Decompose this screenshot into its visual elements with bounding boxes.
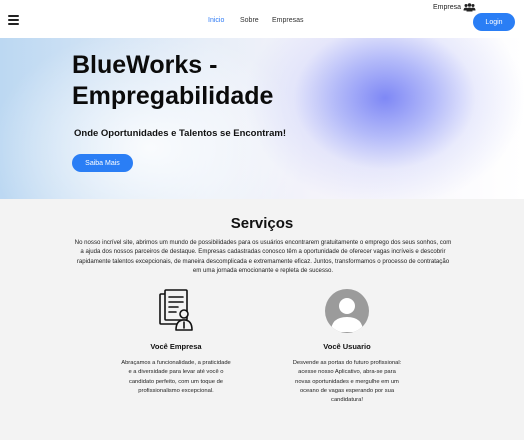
hero-subtitle: Onde Oportunidades e Talentos se Encontr…: [74, 128, 287, 139]
group-icon: [463, 3, 476, 12]
service-card-usuario-title: Você Usuario: [323, 342, 371, 351]
nav-link-empresas[interactable]: Empresas: [272, 17, 304, 24]
service-card-usuario-text: Desvende as portas do futuro profissiona…: [292, 360, 402, 404]
empresa-link[interactable]: Empresa: [433, 3, 476, 12]
hero-title: BlueWorks - Empregabilidade: [72, 51, 274, 110]
company-document-icon: [159, 289, 193, 331]
empresa-link-label: Empresa: [433, 4, 462, 11]
page: Inicio Sobre Empresas Empresa Login Blue…: [0, 0, 524, 440]
nav-link-inicio[interactable]: Inicio: [208, 17, 224, 24]
hero-section: BlueWorks - Empregabilidade Onde Oportun…: [0, 38, 524, 199]
saiba-mais-button[interactable]: Saiba Mais: [72, 154, 133, 172]
top-navbar: Inicio Sobre Empresas Empresa Login: [0, 0, 524, 38]
service-card-empresa-title: Você Empresa: [150, 342, 202, 351]
user-avatar-icon: [325, 289, 369, 333]
main-nav: Inicio Sobre Empresas: [0, 17, 524, 29]
service-card-empresa-text: Abraçamos a funcionalidade, a praticidad…: [121, 360, 231, 394]
nav-link-sobre[interactable]: Sobre: [240, 17, 259, 24]
login-button[interactable]: Login: [473, 13, 515, 31]
services-description: No nosso incrível site, abrimos um mundo…: [74, 239, 452, 275]
services-title: Serviços: [230, 215, 294, 232]
